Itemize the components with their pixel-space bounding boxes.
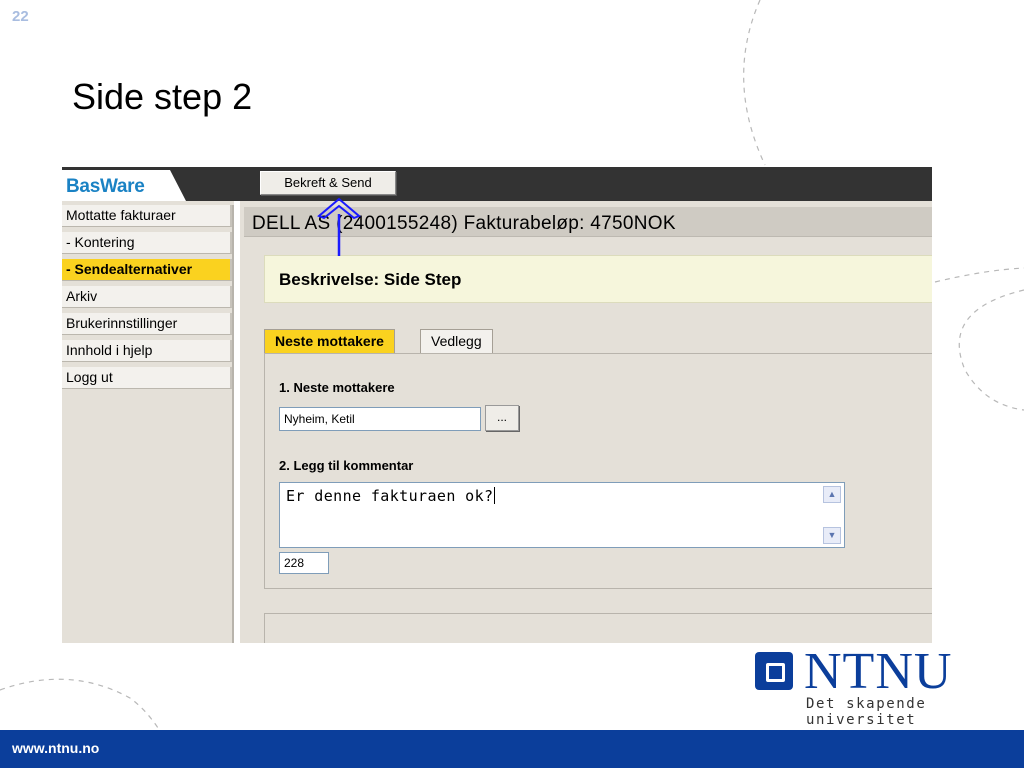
footer-bar: www.ntnu.no xyxy=(0,730,1024,768)
sidebar-item-arkiv[interactable]: Arkiv xyxy=(62,286,232,308)
sidebar-item-kontering[interactable]: - Kontering xyxy=(62,232,232,254)
main-divider xyxy=(234,201,240,643)
comment-label: 2. Legg til kommentar xyxy=(279,458,414,473)
confirm-send-button[interactable]: Bekreft & Send xyxy=(260,171,396,195)
sidebar-item-brukerinnstillinger[interactable]: Brukerinnstillinger xyxy=(62,313,232,335)
comment-value: Er denne fakturaen ok? xyxy=(286,487,494,505)
ntnu-wordmark: NTNU xyxy=(804,643,953,700)
sidebar-item-mottatte-fakturaer[interactable]: Mottatte fakturaer xyxy=(62,205,232,227)
ntnu-mark-icon xyxy=(755,652,793,690)
sidebar-item-innhold-i-hjelp[interactable]: Innhold i hjelp xyxy=(62,340,232,362)
slide-number: 22 xyxy=(12,8,29,25)
scroll-down-icon[interactable]: ▼ xyxy=(823,527,841,544)
app-topbar: BasWare Bekreft & Send xyxy=(62,167,932,201)
basware-logo: BasWare xyxy=(62,170,186,201)
description-text: Beskrivelse: Side Step xyxy=(279,270,462,289)
recipient-label: 1. Neste mottakere xyxy=(279,380,395,395)
comment-text: Er denne fakturaen ok? xyxy=(286,487,496,505)
recipients-panel: 1. Neste mottakere ... 2. Legg til komme… xyxy=(264,353,932,589)
browse-recipient-button[interactable]: ... xyxy=(485,405,519,431)
text-caret xyxy=(494,487,496,504)
sidebar-item-sendealternativer[interactable]: - Sendealternativer xyxy=(62,259,232,281)
tab-neste-mottakere[interactable]: Neste mottakere xyxy=(264,329,395,353)
sidebar-item-logg-ut[interactable]: Logg ut xyxy=(62,367,232,389)
tab-vedlegg[interactable]: Vedlegg xyxy=(420,329,493,353)
basware-logo-text: BasWare xyxy=(66,176,145,197)
recipient-input[interactable] xyxy=(279,407,481,431)
scroll-up-icon[interactable]: ▲ xyxy=(823,486,841,503)
comment-textarea[interactable]: Er denne fakturaen ok? ▲ ▼ xyxy=(279,482,845,548)
sidebar-nav: Mottatte fakturaer - Kontering - Sendeal… xyxy=(62,205,234,643)
ntnu-tagline: Det skapende universitet xyxy=(806,696,927,728)
lower-panel xyxy=(264,613,932,643)
invoice-header-text: DELL AS (2400155248) Fakturabeløp: 4750N… xyxy=(252,213,676,234)
ntnu-logo: NTNU Det skapende universitet xyxy=(752,643,1012,728)
char-count-field: 228 xyxy=(279,552,329,574)
description-box: Beskrivelse: Side Step xyxy=(264,255,932,303)
invoice-header: DELL AS (2400155248) Fakturabeløp: 4750N… xyxy=(244,207,932,237)
basware-app-screenshot: BasWare Bekreft & Send Mottatte fakturae… xyxy=(62,167,932,643)
slide-title: Side step 2 xyxy=(72,76,253,117)
footer-url[interactable]: www.ntnu.no xyxy=(12,740,99,756)
